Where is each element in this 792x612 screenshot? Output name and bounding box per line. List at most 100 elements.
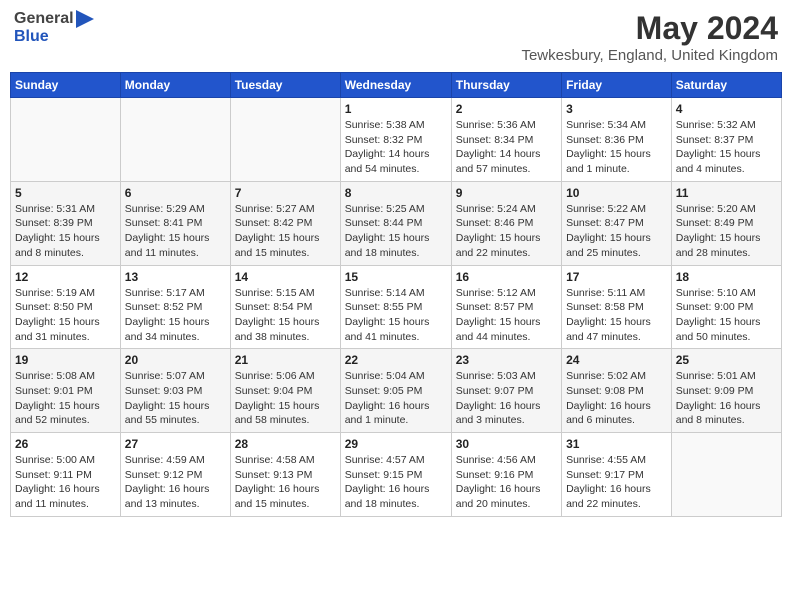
calendar-cell: 10 Sunrise: 5:22 AM Sunset: 8:47 PM Dayli…: [562, 181, 672, 265]
day-info: Sunrise: 5:14 AM Sunset: 8:55 PM Dayligh…: [345, 286, 447, 345]
calendar-cell: 29 Sunrise: 4:57 AM Sunset: 9:15 PM Dayli…: [340, 433, 451, 517]
day-info: Sunrise: 5:01 AM Sunset: 9:09 PM Dayligh…: [676, 369, 777, 428]
day-info: Sunrise: 5:15 AM Sunset: 8:54 PM Dayligh…: [235, 286, 336, 345]
day-info: Sunrise: 5:04 AM Sunset: 9:05 PM Dayligh…: [345, 369, 447, 428]
calendar-cell: 7Sunrise: 5:27 AM Sunset: 8:42 PM Daylig…: [230, 181, 340, 265]
day-info: Sunrise: 5:24 AM Sunset: 8:46 PM Dayligh…: [456, 202, 557, 261]
calendar-cell: 28 Sunrise: 4:58 AM Sunset: 9:13 PM Dayli…: [230, 433, 340, 517]
calendar-cell: 22 Sunrise: 5:04 AM Sunset: 9:05 PM Dayli…: [340, 349, 451, 433]
calendar-cell: 5 Sunrise: 5:31 AM Sunset: 8:39 PM Daylig…: [11, 181, 121, 265]
day-number: 8: [345, 186, 447, 200]
day-info: Sunrise: 4:57 AM Sunset: 9:15 PM Dayligh…: [345, 453, 447, 512]
day-info: Sunrise: 5:22 AM Sunset: 8:47 PM Dayligh…: [566, 202, 667, 261]
day-number: 2: [456, 102, 557, 116]
calendar-cell: 2 Sunrise: 5:36 AM Sunset: 8:34 PM Daylig…: [451, 98, 561, 182]
day-number: 27: [125, 437, 226, 451]
day-info: Sunrise: 4:56 AM Sunset: 9:16 PM Dayligh…: [456, 453, 557, 512]
day-info: Sunrise: 5:38 AM Sunset: 8:32 PM Dayligh…: [345, 118, 447, 177]
day-number: 1: [345, 102, 447, 116]
day-number: 3: [566, 102, 667, 116]
logo: General Blue: [14, 10, 94, 46]
calendar-cell: [230, 98, 340, 182]
calendar-cell: 12Sunrise: 5:19 AM Sunset: 8:50 PM Dayli…: [11, 265, 121, 349]
day-info: Sunrise: 5:00 AM Sunset: 9:11 PM Dayligh…: [15, 453, 116, 512]
title-area: May 2024 Tewkesbury, England, United Kin…: [521, 10, 778, 64]
day-header-thursday: Thursday: [451, 73, 561, 98]
day-info: Sunrise: 5:08 AM Sunset: 9:01 PM Dayligh…: [15, 369, 116, 428]
day-header-monday: Monday: [120, 73, 230, 98]
day-info: Sunrise: 5:03 AM Sunset: 9:07 PM Dayligh…: [456, 369, 557, 428]
calendar-cell: 24 Sunrise: 5:02 AM Sunset: 9:08 PM Dayli…: [562, 349, 672, 433]
day-info: Sunrise: 5:06 AM Sunset: 9:04 PM Dayligh…: [235, 369, 336, 428]
calendar-cell: 15 Sunrise: 5:14 AM Sunset: 8:55 PM Dayli…: [340, 265, 451, 349]
calendar-week-row: 5 Sunrise: 5:31 AM Sunset: 8:39 PM Daylig…: [11, 181, 782, 265]
calendar-cell: 17 Sunrise: 5:11 AM Sunset: 8:58 PM Dayli…: [562, 265, 672, 349]
calendar-cell: 14 Sunrise: 5:15 AM Sunset: 8:54 PM Dayli…: [230, 265, 340, 349]
day-number: 17: [566, 270, 667, 284]
calendar-week-row: 12Sunrise: 5:19 AM Sunset: 8:50 PM Dayli…: [11, 265, 782, 349]
page-header: General Blue May 2024 Tewkesbury, Englan…: [10, 10, 782, 64]
day-number: 15: [345, 270, 447, 284]
day-number: 10: [566, 186, 667, 200]
calendar-week-row: 19Sunrise: 5:08 AM Sunset: 9:01 PM Dayli…: [11, 349, 782, 433]
day-number: 30: [456, 437, 557, 451]
day-info: Sunrise: 5:31 AM Sunset: 8:39 PM Dayligh…: [15, 202, 116, 261]
day-info: Sunrise: 4:59 AM Sunset: 9:12 PM Dayligh…: [125, 453, 226, 512]
calendar-cell: 3 Sunrise: 5:34 AM Sunset: 8:36 PM Daylig…: [562, 98, 672, 182]
calendar-cell: 31 Sunrise: 4:55 AM Sunset: 9:17 PM Dayli…: [562, 433, 672, 517]
calendar-cell: [120, 98, 230, 182]
day-number: 28: [235, 437, 336, 451]
day-number: 18: [676, 270, 777, 284]
day-info: Sunrise: 5:25 AM Sunset: 8:44 PM Dayligh…: [345, 202, 447, 261]
calendar-cell: 20Sunrise: 5:07 AM Sunset: 9:03 PM Dayli…: [120, 349, 230, 433]
day-number: 4: [676, 102, 777, 116]
day-info: Sunrise: 5:36 AM Sunset: 8:34 PM Dayligh…: [456, 118, 557, 177]
day-header-wednesday: Wednesday: [340, 73, 451, 98]
day-number: 24: [566, 353, 667, 367]
day-header-tuesday: Tuesday: [230, 73, 340, 98]
calendar-cell: 30 Sunrise: 4:56 AM Sunset: 9:16 PM Dayli…: [451, 433, 561, 517]
calendar-week-row: 1 Sunrise: 5:38 AM Sunset: 8:32 PM Daylig…: [11, 98, 782, 182]
day-number: 14: [235, 270, 336, 284]
day-info: Sunrise: 5:11 AM Sunset: 8:58 PM Dayligh…: [566, 286, 667, 345]
day-info: Sunrise: 5:17 AM Sunset: 8:52 PM Dayligh…: [125, 286, 226, 345]
logo-blue-text: Blue: [14, 28, 49, 46]
calendar-cell: [11, 98, 121, 182]
day-number: 5: [15, 186, 116, 200]
calendar-cell: 9 Sunrise: 5:24 AM Sunset: 8:46 PM Daylig…: [451, 181, 561, 265]
logo-general-text: General: [14, 10, 74, 28]
day-number: 26: [15, 437, 116, 451]
month-year-title: May 2024: [521, 10, 778, 47]
day-number: 20: [125, 353, 226, 367]
day-number: 22: [345, 353, 447, 367]
day-info: Sunrise: 5:32 AM Sunset: 8:37 PM Dayligh…: [676, 118, 777, 177]
calendar-table: SundayMondayTuesdayWednesdayThursdayFrid…: [10, 72, 782, 517]
day-number: 29: [345, 437, 447, 451]
day-info: Sunrise: 5:10 AM Sunset: 9:00 PM Dayligh…: [676, 286, 777, 345]
calendar-cell: 21 Sunrise: 5:06 AM Sunset: 9:04 PM Dayli…: [230, 349, 340, 433]
day-number: 13: [125, 270, 226, 284]
day-info: Sunrise: 4:58 AM Sunset: 9:13 PM Dayligh…: [235, 453, 336, 512]
day-number: 9: [456, 186, 557, 200]
day-header-sunday: Sunday: [11, 73, 121, 98]
day-number: 12: [15, 270, 116, 284]
day-info: Sunrise: 4:55 AM Sunset: 9:17 PM Dayligh…: [566, 453, 667, 512]
day-number: 11: [676, 186, 777, 200]
day-number: 21: [235, 353, 336, 367]
location-subtitle: Tewkesbury, England, United Kingdom: [521, 47, 778, 64]
day-number: 31: [566, 437, 667, 451]
day-info: Sunrise: 5:29 AM Sunset: 8:41 PM Dayligh…: [125, 202, 226, 261]
day-number: 25: [676, 353, 777, 367]
calendar-cell: 16Sunrise: 5:12 AM Sunset: 8:57 PM Dayli…: [451, 265, 561, 349]
day-info: Sunrise: 5:12 AM Sunset: 8:57 PM Dayligh…: [456, 286, 557, 345]
calendar-cell: 26 Sunrise: 5:00 AM Sunset: 9:11 PM Dayli…: [11, 433, 121, 517]
calendar-cell: 11 Sunrise: 5:20 AM Sunset: 8:49 PM Dayli…: [671, 181, 781, 265]
day-info: Sunrise: 5:02 AM Sunset: 9:08 PM Dayligh…: [566, 369, 667, 428]
calendar-cell: 4 Sunrise: 5:32 AM Sunset: 8:37 PM Daylig…: [671, 98, 781, 182]
calendar-cell: 18 Sunrise: 5:10 AM Sunset: 9:00 PM Dayli…: [671, 265, 781, 349]
day-info: Sunrise: 5:34 AM Sunset: 8:36 PM Dayligh…: [566, 118, 667, 177]
calendar-week-row: 26 Sunrise: 5:00 AM Sunset: 9:11 PM Dayli…: [11, 433, 782, 517]
day-info: Sunrise: 5:20 AM Sunset: 8:49 PM Dayligh…: [676, 202, 777, 261]
day-number: 7: [235, 186, 336, 200]
day-number: 23: [456, 353, 557, 367]
